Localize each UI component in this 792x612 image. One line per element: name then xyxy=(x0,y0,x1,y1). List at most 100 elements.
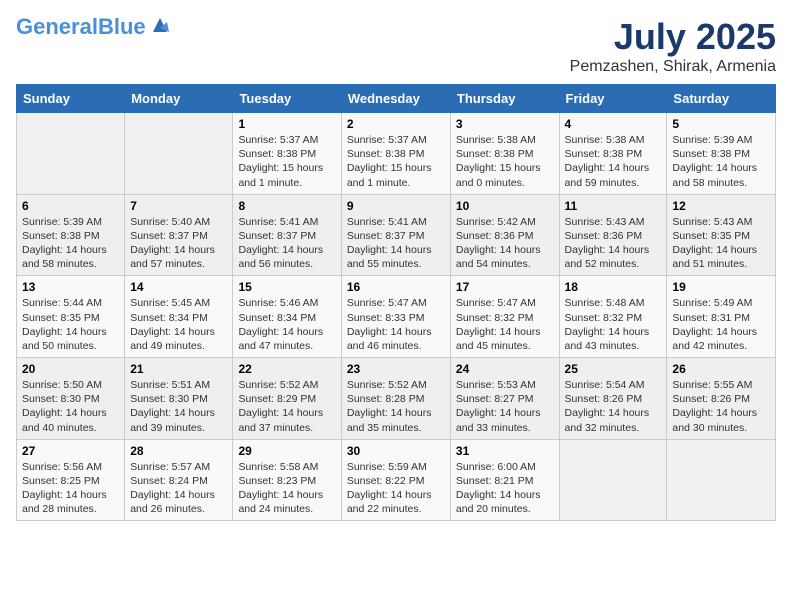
day-info: Sunrise: 5:41 AM Sunset: 8:37 PM Dayligh… xyxy=(238,216,323,271)
day-info: Sunrise: 5:39 AM Sunset: 8:38 PM Dayligh… xyxy=(22,216,107,271)
day-number: 30 xyxy=(347,444,445,458)
day-cell: 8 Sunrise: 5:41 AM Sunset: 8:37 PM Daylig… xyxy=(233,194,341,276)
day-info: Sunrise: 5:43 AM Sunset: 8:36 PM Dayligh… xyxy=(565,216,650,271)
day-cell xyxy=(125,113,233,195)
column-header-thursday: Thursday xyxy=(450,85,559,113)
day-cell: 9 Sunrise: 5:41 AM Sunset: 8:37 PM Daylig… xyxy=(341,194,450,276)
day-number: 14 xyxy=(130,280,227,294)
day-info: Sunrise: 5:53 AM Sunset: 8:27 PM Dayligh… xyxy=(456,379,541,434)
day-info: Sunrise: 5:40 AM Sunset: 8:37 PM Dayligh… xyxy=(130,216,215,271)
day-number: 11 xyxy=(565,199,662,213)
day-cell: 30Sunrise: 5:59 AM Sunset: 8:22 PM Dayli… xyxy=(341,439,450,521)
day-info: Sunrise: 5:56 AM Sunset: 8:25 PM Dayligh… xyxy=(22,461,107,516)
page-title: July 2025 xyxy=(570,16,776,58)
day-cell: 29 Sunrise: 5:58 AM Sunset: 8:23 PM Dayli… xyxy=(233,439,341,521)
day-number: 25 xyxy=(565,362,662,376)
calendar-table: SundayMondayTuesdayWednesdayThursdayFrid… xyxy=(16,84,776,521)
column-header-saturday: Saturday xyxy=(667,85,776,113)
day-cell xyxy=(667,439,776,521)
day-number: 3 xyxy=(456,117,554,131)
week-row-5: 27 Sunrise: 5:56 AM Sunset: 8:25 PM Dayli… xyxy=(17,439,776,521)
day-cell: 4 Sunrise: 5:38 AM Sunset: 8:38 PM Daylig… xyxy=(559,113,667,195)
day-number: 18 xyxy=(565,280,662,294)
day-info: Sunrise: 5:44 AM Sunset: 8:35 PM Dayligh… xyxy=(22,297,107,352)
column-header-sunday: Sunday xyxy=(17,85,125,113)
day-number: 4 xyxy=(565,117,662,131)
day-number: 17 xyxy=(456,280,554,294)
day-cell: 20 Sunrise: 5:50 AM Sunset: 8:30 PM Dayli… xyxy=(17,358,125,440)
day-number: 22 xyxy=(238,362,335,376)
day-info: Sunrise: 5:58 AM Sunset: 8:23 PM Dayligh… xyxy=(238,461,323,516)
day-cell: 17Sunrise: 5:47 AM Sunset: 8:32 PM Dayli… xyxy=(450,276,559,358)
day-info: Sunrise: 5:38 AM Sunset: 8:38 PM Dayligh… xyxy=(565,134,650,189)
day-cell: 3 Sunrise: 5:38 AM Sunset: 8:38 PM Daylig… xyxy=(450,113,559,195)
week-row-3: 13 Sunrise: 5:44 AM Sunset: 8:35 PM Dayli… xyxy=(17,276,776,358)
day-info: Sunrise: 5:54 AM Sunset: 8:26 PM Dayligh… xyxy=(565,379,650,434)
day-number: 15 xyxy=(238,280,335,294)
day-info: Sunrise: 5:50 AM Sunset: 8:30 PM Dayligh… xyxy=(22,379,107,434)
day-number: 10 xyxy=(456,199,554,213)
day-number: 8 xyxy=(238,199,335,213)
day-cell: 23 Sunrise: 5:52 AM Sunset: 8:28 PM Dayli… xyxy=(341,358,450,440)
day-cell: 10 Sunrise: 5:42 AM Sunset: 8:36 PM Dayli… xyxy=(450,194,559,276)
day-number: 24 xyxy=(456,362,554,376)
week-row-4: 20 Sunrise: 5:50 AM Sunset: 8:30 PM Dayli… xyxy=(17,358,776,440)
page-header: GeneralBlue July 2025 Pemzashen, Shirak,… xyxy=(16,16,776,76)
day-info: Sunrise: 6:00 AM Sunset: 8:21 PM Dayligh… xyxy=(456,461,541,516)
logo-blue: Blue xyxy=(98,14,146,39)
day-cell: 14 Sunrise: 5:45 AM Sunset: 8:34 PM Dayli… xyxy=(125,276,233,358)
day-number: 23 xyxy=(347,362,445,376)
day-number: 5 xyxy=(672,117,770,131)
day-info: Sunrise: 5:52 AM Sunset: 8:29 PM Dayligh… xyxy=(238,379,323,434)
day-number: 9 xyxy=(347,199,445,213)
page-subtitle: Pemzashen, Shirak, Armenia xyxy=(570,58,776,76)
column-header-wednesday: Wednesday xyxy=(341,85,450,113)
day-cell: 28 Sunrise: 5:57 AM Sunset: 8:24 PM Dayli… xyxy=(125,439,233,521)
day-number: 2 xyxy=(347,117,445,131)
column-header-monday: Monday xyxy=(125,85,233,113)
logo: GeneralBlue xyxy=(16,16,171,38)
day-cell: 7 Sunrise: 5:40 AM Sunset: 8:37 PM Daylig… xyxy=(125,194,233,276)
day-cell: 18Sunrise: 5:48 AM Sunset: 8:32 PM Dayli… xyxy=(559,276,667,358)
day-info: Sunrise: 5:38 AM Sunset: 8:38 PM Dayligh… xyxy=(456,134,541,189)
day-number: 16 xyxy=(347,280,445,294)
day-number: 6 xyxy=(22,199,119,213)
day-cell: 22 Sunrise: 5:52 AM Sunset: 8:29 PM Dayli… xyxy=(233,358,341,440)
week-row-1: 1 Sunrise: 5:37 AM Sunset: 8:38 PM Daylig… xyxy=(17,113,776,195)
day-info: Sunrise: 5:37 AM Sunset: 8:38 PM Dayligh… xyxy=(347,134,432,189)
day-info: Sunrise: 5:41 AM Sunset: 8:37 PM Dayligh… xyxy=(347,216,432,271)
logo-general: General xyxy=(16,14,98,39)
logo-text: GeneralBlue xyxy=(16,16,146,38)
day-number: 28 xyxy=(130,444,227,458)
day-info: Sunrise: 5:49 AM Sunset: 8:31 PM Dayligh… xyxy=(672,297,757,352)
logo-icon xyxy=(149,14,171,36)
day-number: 27 xyxy=(22,444,119,458)
day-cell: 27 Sunrise: 5:56 AM Sunset: 8:25 PM Dayli… xyxy=(17,439,125,521)
day-cell: 24 Sunrise: 5:53 AM Sunset: 8:27 PM Dayli… xyxy=(450,358,559,440)
day-info: Sunrise: 5:37 AM Sunset: 8:38 PM Dayligh… xyxy=(238,134,323,189)
day-info: Sunrise: 5:39 AM Sunset: 8:38 PM Dayligh… xyxy=(672,134,757,189)
column-header-tuesday: Tuesday xyxy=(233,85,341,113)
day-cell: 6 Sunrise: 5:39 AM Sunset: 8:38 PM Daylig… xyxy=(17,194,125,276)
day-number: 13 xyxy=(22,280,119,294)
day-number: 31 xyxy=(456,444,554,458)
day-info: Sunrise: 5:57 AM Sunset: 8:24 PM Dayligh… xyxy=(130,461,215,516)
day-info: Sunrise: 5:43 AM Sunset: 8:35 PM Dayligh… xyxy=(672,216,757,271)
header-row: SundayMondayTuesdayWednesdayThursdayFrid… xyxy=(17,85,776,113)
day-cell: 5 Sunrise: 5:39 AM Sunset: 8:38 PM Daylig… xyxy=(667,113,776,195)
week-row-2: 6 Sunrise: 5:39 AM Sunset: 8:38 PM Daylig… xyxy=(17,194,776,276)
day-number: 19 xyxy=(672,280,770,294)
day-cell: 12Sunrise: 5:43 AM Sunset: 8:35 PM Dayli… xyxy=(667,194,776,276)
day-info: Sunrise: 5:45 AM Sunset: 8:34 PM Dayligh… xyxy=(130,297,215,352)
day-cell: 16Sunrise: 5:47 AM Sunset: 8:33 PM Dayli… xyxy=(341,276,450,358)
day-cell: 15Sunrise: 5:46 AM Sunset: 8:34 PM Dayli… xyxy=(233,276,341,358)
day-number: 20 xyxy=(22,362,119,376)
day-number: 1 xyxy=(238,117,335,131)
day-cell: 19 Sunrise: 5:49 AM Sunset: 8:31 PM Dayli… xyxy=(667,276,776,358)
day-info: Sunrise: 5:52 AM Sunset: 8:28 PM Dayligh… xyxy=(347,379,432,434)
day-info: Sunrise: 5:42 AM Sunset: 8:36 PM Dayligh… xyxy=(456,216,541,271)
day-info: Sunrise: 5:51 AM Sunset: 8:30 PM Dayligh… xyxy=(130,379,215,434)
day-number: 29 xyxy=(238,444,335,458)
day-number: 7 xyxy=(130,199,227,213)
day-cell xyxy=(17,113,125,195)
